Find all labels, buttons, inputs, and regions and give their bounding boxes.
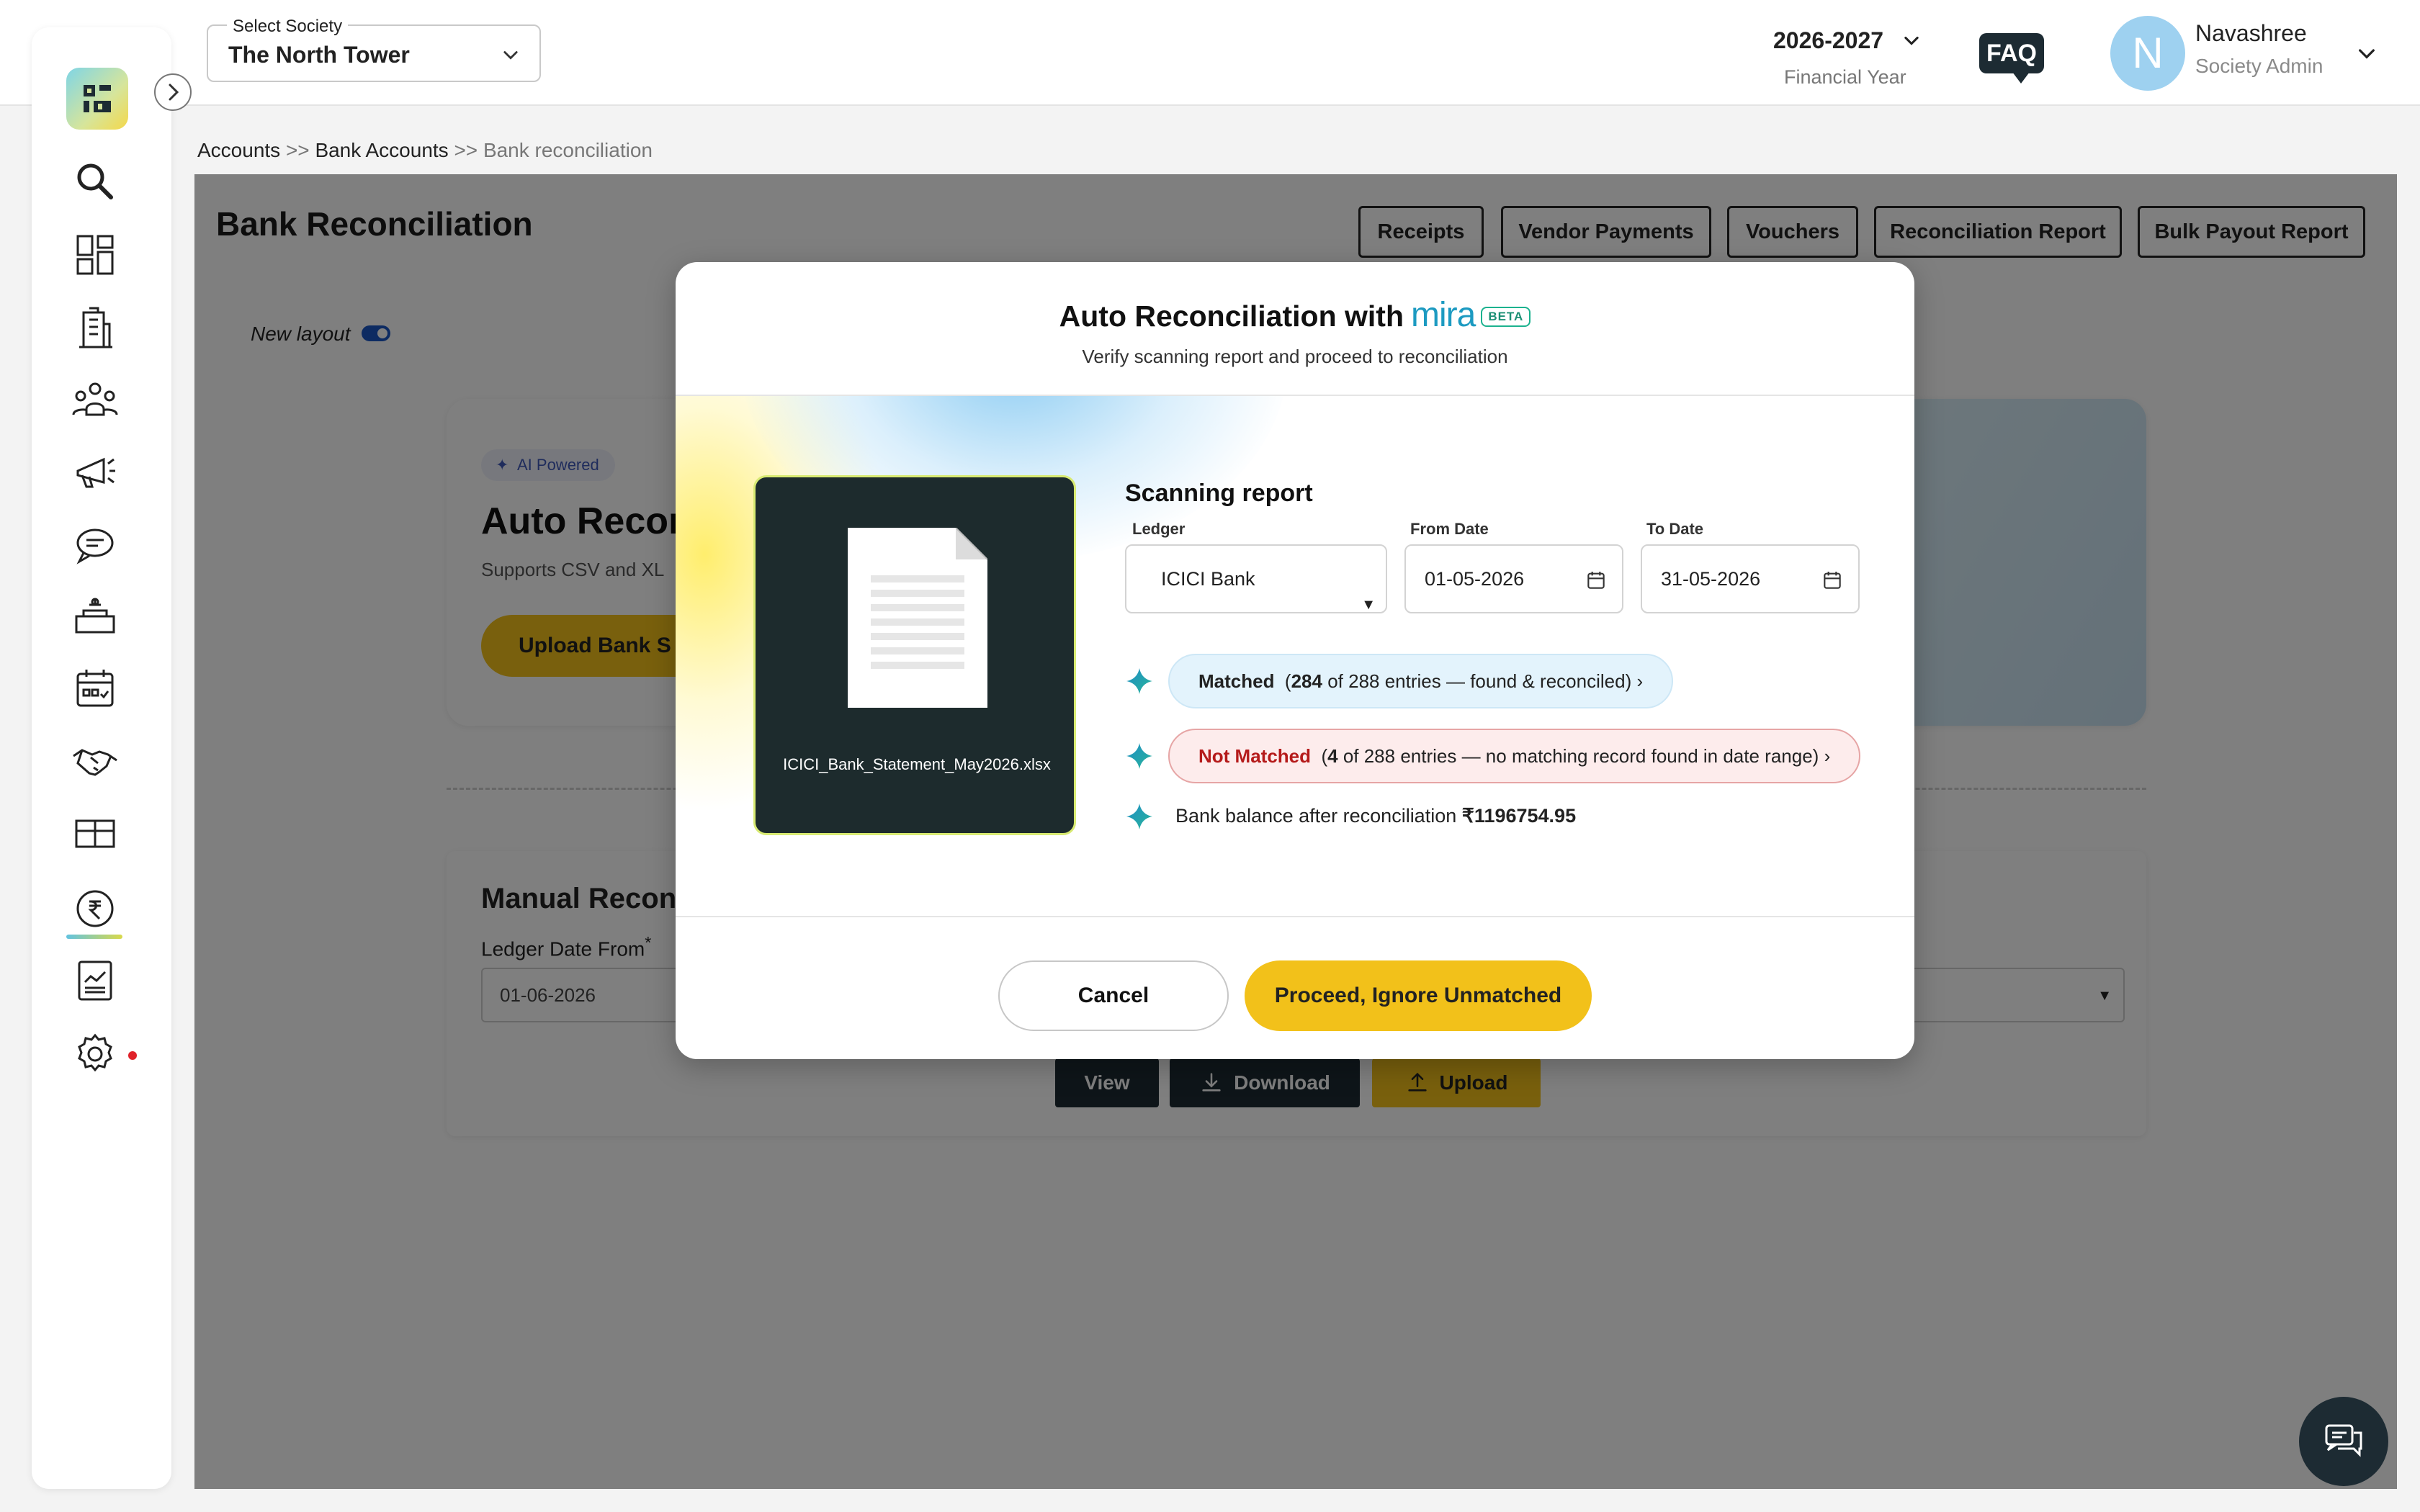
members-icon[interactable] <box>69 374 121 426</box>
to-date-input[interactable]: 31-05-2026 <box>1641 544 1860 613</box>
sparkle-icon <box>1126 743 1152 769</box>
app-logo[interactable] <box>66 68 128 130</box>
search-icon[interactable] <box>69 156 121 207</box>
financial-year-label: Financial Year <box>1784 66 1906 88</box>
financial-year-value: 2026-2027 <box>1773 27 1884 53</box>
to-date-value: 31-05-2026 <box>1661 568 1761 590</box>
user-menu-chevron-icon[interactable] <box>2355 42 2378 65</box>
calendar-icon[interactable] <box>1821 569 1844 592</box>
not-matched-detail: of 288 entries — no matching record foun… <box>1343 745 1819 767</box>
modal-subtitle: Verify scanning report and proceed to re… <box>1082 346 1508 367</box>
modal-footer: Cancel Proceed, Ignore Unmatched <box>676 916 1914 1059</box>
cancel-button[interactable]: Cancel <box>998 960 1229 1031</box>
not-matched-label: Not Matched <box>1198 745 1311 767</box>
proceed-ignore-unmatched-button[interactable]: Proceed, Ignore Unmatched <box>1245 960 1592 1031</box>
breadcrumb-separator: >> <box>285 139 310 161</box>
top-bar: Select Society The North Tower 2026-2027… <box>0 0 2420 106</box>
breadcrumb-bank-accounts[interactable]: Bank Accounts <box>315 139 448 161</box>
sidebar-active-indicator <box>66 935 122 939</box>
not-matched-summary-pill[interactable]: Not Matched (4 of 288 entries — no match… <box>1168 729 1861 783</box>
avatar[interactable]: N <box>2110 16 2185 91</box>
document-icon <box>848 528 987 708</box>
ledger-value: ICICI Bank <box>1161 568 1255 590</box>
modal-body: ICICI_Bank_Statement_May2026.xlsx Scanni… <box>676 396 1914 916</box>
user-role: Society Admin <box>2195 55 2323 77</box>
ledger-label: Ledger <box>1132 520 1186 538</box>
chevron-down-icon <box>1904 36 1919 45</box>
matched-label: Matched <box>1198 670 1275 692</box>
facilities-icon[interactable] <box>69 592 121 644</box>
modal-title: Auto Reconciliation with mira BETA <box>676 295 1914 335</box>
from-date-input[interactable]: 01-05-2026 <box>1404 544 1623 613</box>
announcement-icon[interactable] <box>69 446 121 498</box>
calendar-icon[interactable] <box>1585 569 1608 592</box>
matched-summary-pill[interactable]: Matched (284 of 288 entries — found & re… <box>1168 654 1674 708</box>
messages-icon[interactable] <box>69 520 121 572</box>
user-name: Navashree <box>2195 20 2307 46</box>
faq-button[interactable]: FAQ <box>1979 33 2044 84</box>
settings-gear-icon[interactable] <box>69 1028 121 1080</box>
caret-down-icon: ▼ <box>1361 597 1376 613</box>
breadcrumb: Accounts >> Bank Accounts >> Bank reconc… <box>197 139 653 162</box>
settings-notification-dot <box>128 1051 137 1060</box>
chat-icon <box>2325 1424 2362 1457</box>
modal-header: Auto Reconciliation with mira BETA Verify … <box>676 262 1914 396</box>
society-select-label: Select Society <box>227 17 349 37</box>
financial-year-selector[interactable]: 2026-2027 Financial Year <box>1757 22 1937 94</box>
chevron-right-icon <box>169 84 179 101</box>
ledger-select[interactable]: ICICI Bank ▼ <box>1125 544 1387 613</box>
chevron-down-icon <box>503 51 518 60</box>
mira-brand: mira <box>1410 296 1476 334</box>
chevron-right-icon: › <box>1636 670 1644 692</box>
reports-icon[interactable] <box>69 955 121 1007</box>
auto-reconciliation-modal: Auto Reconciliation with mira BETA Verify … <box>676 262 1914 1059</box>
sidebar-expand-button[interactable] <box>154 73 192 111</box>
chat-support-button[interactable] <box>2299 1397 2388 1486</box>
balance-label: Bank balance after reconciliation <box>1175 805 1457 827</box>
handshake-icon[interactable] <box>69 736 121 788</box>
from-date-value: 01-05-2026 <box>1425 568 1525 590</box>
file-preview-card[interactable]: ICICI_Bank_Statement_May2026.xlsx <box>753 475 1076 835</box>
modal-title-text: Auto Reconciliation with <box>1059 300 1404 333</box>
inventory-icon[interactable] <box>69 808 121 860</box>
not-matched-count: 4 <box>1327 745 1338 767</box>
society-select[interactable]: Select Society The North Tower <box>207 17 541 82</box>
to-date-label: To Date <box>1646 520 1704 538</box>
sparkle-icon <box>1126 804 1152 829</box>
matched-count: 284 <box>1291 670 1322 692</box>
matched-detail: of 288 entries — found & reconciled) <box>1327 670 1632 692</box>
sparkle-icon <box>1126 668 1152 694</box>
chevron-right-icon: › <box>1824 745 1831 767</box>
breadcrumb-separator: >> <box>454 139 478 161</box>
dashboard-icon[interactable] <box>69 229 121 281</box>
from-date-label: From Date <box>1410 520 1489 538</box>
calendar-icon[interactable] <box>69 664 121 716</box>
accounts-rupee-icon[interactable] <box>69 883 121 935</box>
breadcrumb-current: Bank reconciliation <box>483 139 653 161</box>
society-select-value: The North Tower <box>228 42 410 68</box>
beta-badge: BETA <box>1481 307 1531 327</box>
scanning-report-title: Scanning report <box>1125 480 1313 507</box>
logo-icon <box>84 85 111 112</box>
bank-balance-summary: Bank balance after reconciliation ₹11967… <box>1175 805 1576 827</box>
breadcrumb-accounts[interactable]: Accounts <box>197 139 280 161</box>
building-icon[interactable] <box>69 302 121 354</box>
balance-value: ₹1196754.95 <box>1461 805 1577 827</box>
file-name: ICICI_Bank_Statement_May2026.xlsx <box>783 755 1051 773</box>
